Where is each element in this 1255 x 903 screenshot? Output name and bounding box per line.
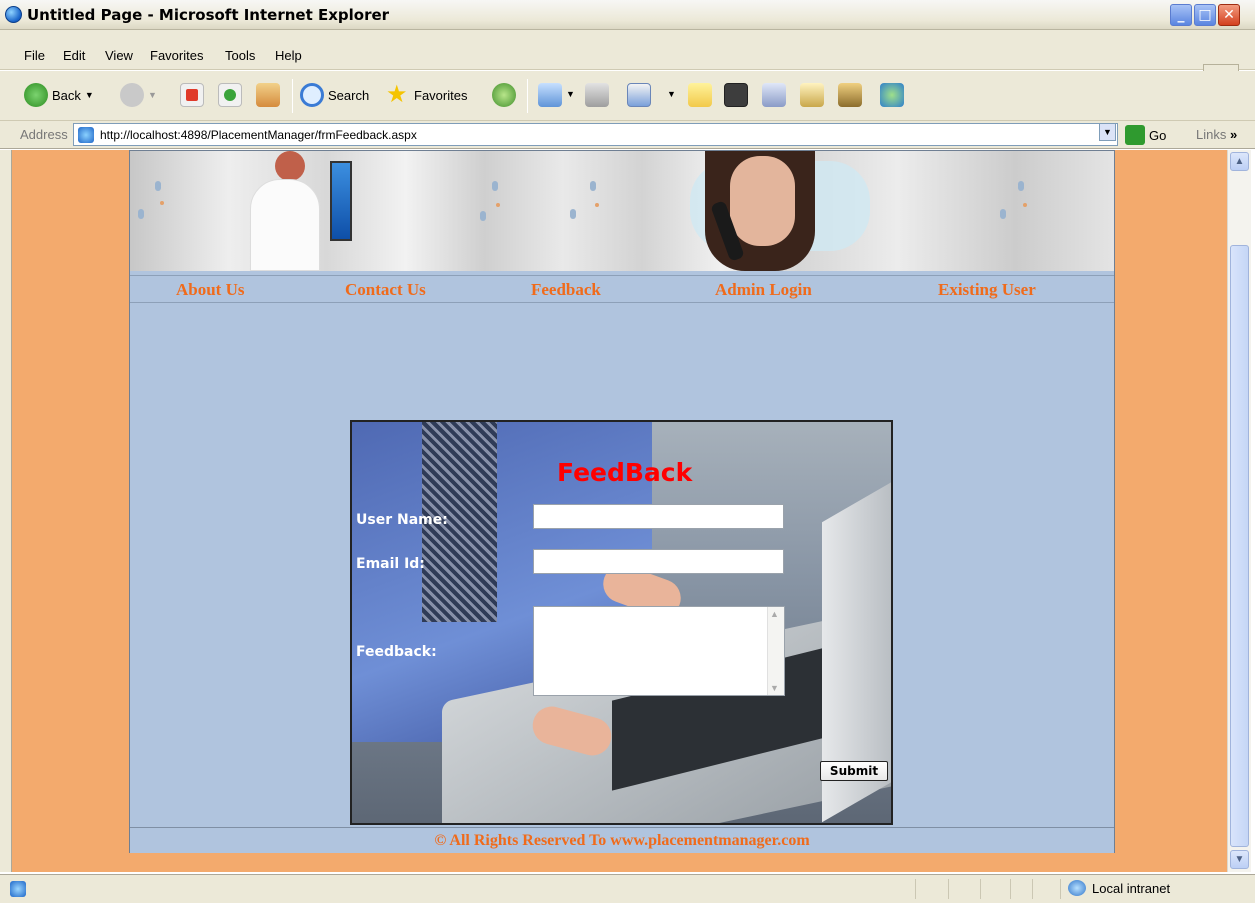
address-label: Address: [20, 127, 68, 142]
close-button[interactable]: ✕: [1218, 4, 1240, 26]
menu-view[interactable]: View: [105, 48, 133, 63]
page-icon: [78, 127, 94, 143]
back-label: Back: [52, 87, 81, 103]
back-arrow-icon: [24, 83, 48, 107]
feedback-form: FeedBack User Name: Email Id: Feedback: …: [350, 420, 893, 825]
ie-logo-icon: [5, 6, 22, 23]
nav-feedback[interactable]: Feedback: [531, 280, 601, 300]
footer: © All Rights Reserved To www.placementma…: [130, 827, 1114, 853]
username-label: User Name:: [356, 512, 448, 528]
banner-person-phone-image: [695, 151, 835, 271]
note-icon[interactable]: [688, 83, 712, 107]
scrollbar-thumb[interactable]: [1230, 245, 1249, 847]
window-title: Untitled Page - Microsoft Internet Explo…: [27, 6, 390, 24]
address-bar: Address http://localhost:4898/PlacementM…: [0, 121, 1255, 149]
edit-icon[interactable]: [627, 83, 651, 107]
menu-file[interactable]: File: [24, 48, 45, 63]
go-arrow-icon: [1125, 125, 1145, 145]
submit-button[interactable]: Submit: [820, 761, 888, 781]
forward-button[interactable]: ▼: [120, 82, 157, 108]
search-button[interactable]: Search: [300, 82, 369, 108]
email-input[interactable]: [533, 549, 784, 574]
nav-bar: About Us Contact Us Feedback Admin Login…: [130, 275, 1114, 303]
feedback-textarea[interactable]: ▲ ▼: [533, 606, 785, 696]
address-input[interactable]: http://localhost:4898/PlacementManager/f…: [73, 123, 1118, 146]
favorites-button[interactable]: ★ Favorites: [386, 82, 467, 108]
links-button[interactable]: Links »: [1196, 127, 1237, 142]
research-icon[interactable]: [800, 83, 824, 107]
menu-bar: File Edit View Favorites Tools Help: [0, 30, 1255, 94]
contacts-icon[interactable]: [880, 83, 904, 107]
status-bar: Local intranet: [0, 874, 1255, 903]
links-label: Links: [1196, 127, 1227, 142]
search-label: Search: [328, 87, 370, 103]
header-banner-image: [130, 151, 1114, 271]
zone-label: Local intranet: [1092, 880, 1171, 896]
chevron-down-icon: ▼: [667, 89, 676, 99]
nav-contact-us[interactable]: Contact Us: [345, 280, 426, 300]
scroll-up-button[interactable]: ▲: [1230, 152, 1249, 171]
scroll-down-icon: ▼: [770, 683, 779, 693]
tools-icon[interactable]: [838, 83, 862, 107]
menu-tools[interactable]: Tools: [225, 48, 255, 63]
nav-existing-user[interactable]: Existing User: [938, 280, 1036, 300]
stop-icon[interactable]: [180, 83, 204, 107]
menu-favorites[interactable]: Favorites: [150, 48, 203, 63]
mail-icon[interactable]: [538, 83, 562, 107]
nav-admin-login[interactable]: Admin Login: [715, 280, 812, 300]
minimize-button[interactable]: _: [1170, 4, 1192, 26]
star-icon: ★: [386, 81, 408, 108]
chevron-down-icon: ▼: [84, 90, 94, 100]
feedback-label: Feedback:: [356, 644, 437, 660]
print-icon[interactable]: [585, 83, 609, 107]
menu-edit[interactable]: Edit: [63, 48, 85, 63]
chevron-down-icon: ▼: [148, 90, 157, 100]
vertical-scrollbar[interactable]: ▲ ▼: [1227, 150, 1251, 872]
globe-icon: [1068, 880, 1086, 896]
security-zone: Local intranet: [1068, 880, 1170, 896]
forward-arrow-icon: [120, 83, 144, 107]
menu-help[interactable]: Help: [275, 48, 302, 63]
go-button[interactable]: Go: [1125, 125, 1166, 145]
address-url: http://localhost:4898/PlacementManager/f…: [100, 128, 417, 142]
home-icon[interactable]: [256, 83, 280, 107]
back-button[interactable]: Back ▼: [24, 82, 94, 108]
email-label: Email Id:: [356, 556, 425, 572]
nav-about-us[interactable]: About Us: [176, 280, 245, 300]
refresh-icon[interactable]: [218, 83, 242, 107]
page-viewport: About Us Contact Us Feedback Admin Login…: [12, 150, 1227, 872]
scroll-up-icon: ▲: [770, 609, 779, 619]
k-app-icon[interactable]: [724, 83, 748, 107]
toolbar: Back ▼ ▼ Search ★ Favorites ▼ ▼: [0, 71, 1255, 121]
page-container: About Us Contact Us Feedback Admin Login…: [129, 150, 1115, 853]
history-icon[interactable]: [492, 83, 516, 107]
page-status-icon: [10, 881, 26, 897]
search-icon: [300, 83, 324, 107]
title-bar: Untitled Page - Microsoft Internet Explo…: [0, 0, 1255, 30]
address-dropdown-button[interactable]: ▼: [1099, 123, 1116, 141]
banner-person-image: [230, 151, 370, 271]
maximize-button[interactable]: □: [1194, 4, 1216, 26]
scroll-down-button[interactable]: ▼: [1230, 850, 1249, 869]
favorites-label: Favorites: [414, 87, 468, 103]
messenger-icon[interactable]: [762, 83, 786, 107]
window-frame-left: [0, 150, 12, 872]
username-input[interactable]: [533, 504, 784, 529]
go-label: Go: [1149, 127, 1167, 143]
textarea-scrollbar[interactable]: ▲ ▼: [767, 607, 784, 695]
chevron-down-icon: ▼: [566, 89, 575, 99]
footer-copyright: © All Rights Reserved To www.placementma…: [434, 832, 810, 849]
form-title: FeedBack: [557, 458, 693, 487]
